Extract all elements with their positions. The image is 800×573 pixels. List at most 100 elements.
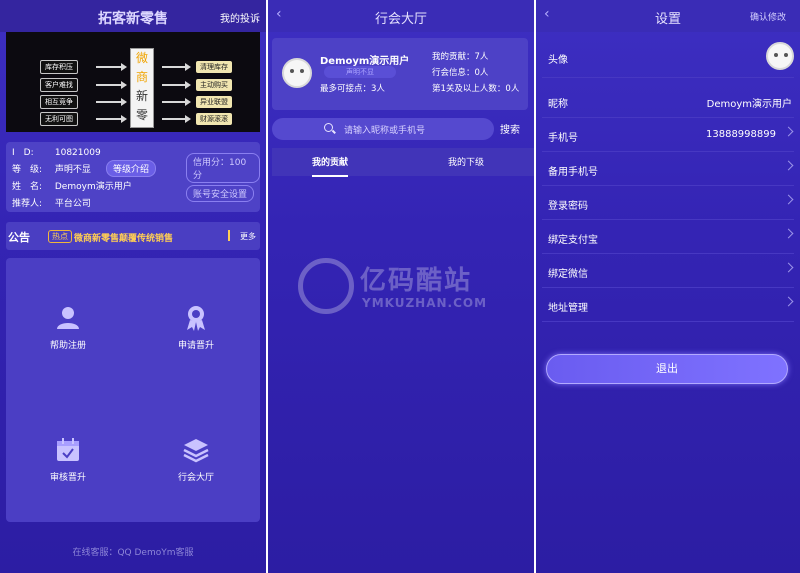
function-grid: 帮助注册 申请晋升 审核晋升 行会大厅 bbox=[6, 258, 260, 522]
guild-hall-panel: ‹ 行会大厅 Demoym演示用户 声明不显 最多可接点：3人 我的贡献：7人 … bbox=[268, 0, 534, 573]
max-orders: 最多可接点：3人 bbox=[320, 84, 385, 94]
arrow-right-icon bbox=[96, 81, 127, 89]
banner-char: 商 bbox=[135, 70, 148, 84]
id-label: I D: bbox=[12, 148, 34, 158]
grid-item-review-promotion[interactable]: 审核晋升 bbox=[18, 436, 118, 483]
notice-message[interactable]: 微商新零售颠覆传统销售 bbox=[74, 231, 173, 244]
search-input[interactable]: 请输入昵称或手机号 bbox=[272, 118, 494, 140]
arrow-right-icon bbox=[96, 115, 127, 123]
grid-item-guild-hall[interactable]: 行会大厅 bbox=[146, 436, 246, 483]
settings-row-avatar[interactable]: 头像 bbox=[542, 38, 794, 78]
search-icon bbox=[324, 123, 333, 132]
grid-item-label: 帮助注册 bbox=[49, 341, 86, 351]
name-value: Demoym演示用户 bbox=[54, 182, 132, 192]
logout-button[interactable]: 退出 bbox=[546, 354, 788, 384]
chevron-right-icon bbox=[783, 262, 794, 273]
arrow-right-icon bbox=[162, 98, 191, 106]
row-label: 绑定微信 bbox=[548, 269, 588, 280]
row-label: 登录密码 bbox=[548, 201, 588, 212]
watermark-logo-icon bbox=[298, 258, 354, 314]
referrer-value: 平台公司 bbox=[54, 199, 91, 209]
chevron-right-icon bbox=[783, 126, 794, 137]
promo-banner[interactable]: 库存积压 客户难找 相互竞争 无利可图 微 商 新 零 清理库存 主动购买 异业… bbox=[6, 32, 260, 132]
banner-left-label: 库存积压 bbox=[40, 60, 78, 74]
account-security-button[interactable]: 账号安全设置 bbox=[186, 185, 255, 202]
tab-my-contribution[interactable]: 我的贡献 bbox=[312, 155, 349, 177]
banner-right-label: 异业联盟 bbox=[196, 96, 232, 108]
referrer-row: 推荐人: 平台公司 bbox=[12, 196, 91, 209]
level-intro-button[interactable]: 等级介绍 bbox=[106, 160, 157, 177]
guild-user-card: Demoym演示用户 声明不显 最多可接点：3人 我的贡献：7人 行会信息：0人… bbox=[272, 38, 528, 110]
calendar-check-icon bbox=[57, 438, 79, 461]
level-label: 等 级: bbox=[12, 165, 43, 175]
row-value: 13888998899 bbox=[706, 129, 776, 140]
settings-row-alipay[interactable]: 绑定支付宝 bbox=[542, 220, 794, 254]
complaint-link[interactable]: 我的投诉 bbox=[220, 10, 260, 25]
user-tag: 声明不显 bbox=[324, 66, 396, 78]
banner-center-column: 微 商 新 零 bbox=[130, 48, 154, 128]
notice-divider bbox=[228, 230, 230, 241]
settings-panel: ‹ 设置 确认修改 头像 昵称 Demoym演示用户 手机号 138889988… bbox=[536, 0, 800, 573]
settings-header: ‹ 设置 确认修改 bbox=[536, 0, 800, 32]
chevron-right-icon bbox=[783, 296, 794, 307]
my-contribution: 我的贡献：7人 bbox=[432, 52, 489, 62]
arrow-right-icon bbox=[96, 63, 127, 71]
user-info-card: I D: 10821009 等 级: 声明不显 等级介绍 信用分：100分 姓 … bbox=[6, 142, 260, 212]
grid-item-apply-promotion[interactable]: 申请晋升 bbox=[146, 304, 246, 351]
id-row: I D: 10821009 bbox=[12, 145, 101, 158]
settings-row-nickname[interactable]: 昵称 Demoym演示用户 bbox=[542, 84, 794, 118]
notice-bar[interactable]: 公告 热点 微商新零售颠覆传统销售 更多 bbox=[6, 222, 260, 250]
row-label: 手机号 bbox=[548, 133, 578, 144]
medal-icon bbox=[187, 306, 205, 331]
banner-left-label: 客户难找 bbox=[40, 78, 78, 92]
grid-item-label: 审核晋升 bbox=[49, 473, 86, 483]
row-value: Demoym演示用户 bbox=[706, 99, 792, 110]
watermark-url: YMKUZHAN.COM bbox=[362, 296, 488, 310]
guild-tabs: 我的贡献 我的下级 bbox=[272, 148, 534, 177]
notice-title: 公告 bbox=[8, 231, 30, 244]
home-panel: 拓客新零售 我的投诉 库存积压 客户难找 相互竞争 无利可图 微 商 新 零 清… bbox=[0, 0, 266, 573]
hot-badge: 热点 bbox=[48, 230, 72, 243]
layers-icon bbox=[183, 439, 209, 463]
settings-row-backup-phone[interactable]: 备用手机号 bbox=[542, 152, 794, 186]
home-header: 拓客新零售 我的投诉 bbox=[0, 0, 266, 32]
banner-right-label: 财源滚滚 bbox=[196, 113, 232, 125]
settings-row-wechat[interactable]: 绑定微信 bbox=[542, 254, 794, 288]
watermark-text: 亿码酷站 bbox=[360, 266, 473, 296]
user-icon bbox=[57, 307, 79, 329]
row-label: 头像 bbox=[548, 55, 568, 66]
arrow-right-icon bbox=[162, 81, 191, 89]
row-label: 备用手机号 bbox=[548, 167, 598, 178]
grid-item-help-register[interactable]: 帮助注册 bbox=[18, 304, 118, 351]
more-link[interactable]: 更多 bbox=[240, 231, 256, 242]
banner-left-label: 无利可图 bbox=[40, 112, 78, 126]
arrow-right-icon bbox=[96, 98, 127, 106]
grid-item-label: 行会大厅 bbox=[177, 473, 214, 483]
settings-row-phone[interactable]: 手机号 13888998899 bbox=[542, 118, 794, 152]
settings-row-login-password[interactable]: 登录密码 bbox=[542, 186, 794, 220]
guild-info: 行会信息：0人 bbox=[432, 68, 489, 78]
avatar bbox=[282, 58, 312, 88]
settings-row-address[interactable]: 地址管理 bbox=[542, 288, 794, 322]
search-button[interactable]: 搜索 bbox=[500, 121, 520, 136]
level-row: 等 级: 声明不显 bbox=[12, 162, 91, 175]
banner-right-label: 主动购买 bbox=[196, 79, 232, 91]
banner-char: 微 bbox=[135, 51, 148, 65]
user-name: Demoym演示用户 bbox=[320, 56, 410, 67]
name-row: 姓 名: Demoym演示用户 bbox=[12, 179, 132, 192]
banner-char: 新 bbox=[135, 89, 148, 103]
chevron-right-icon bbox=[783, 194, 794, 205]
grid-item-label: 申请晋升 bbox=[177, 341, 214, 351]
confirm-edit-button[interactable]: 确认修改 bbox=[750, 10, 786, 23]
tab-my-subordinates[interactable]: 我的下级 bbox=[448, 155, 484, 168]
credit-score-badge: 信用分：100分 bbox=[186, 153, 260, 183]
row-label: 昵称 bbox=[548, 99, 568, 110]
guild-header: ‹ 行会大厅 bbox=[268, 0, 534, 32]
level1-count: 第1关及以上人数：0人 bbox=[432, 84, 520, 94]
name-label: 姓 名: bbox=[12, 182, 43, 192]
page-title: 行会大厅 bbox=[374, 12, 427, 27]
level-value: 声明不显 bbox=[54, 165, 91, 175]
customer-service-footer[interactable]: 在线客服：QQ DemoYm客服 bbox=[0, 545, 266, 558]
watermark: 亿码酷站 YMKUZHAN.COM bbox=[298, 258, 508, 318]
avatar[interactable] bbox=[766, 42, 794, 70]
